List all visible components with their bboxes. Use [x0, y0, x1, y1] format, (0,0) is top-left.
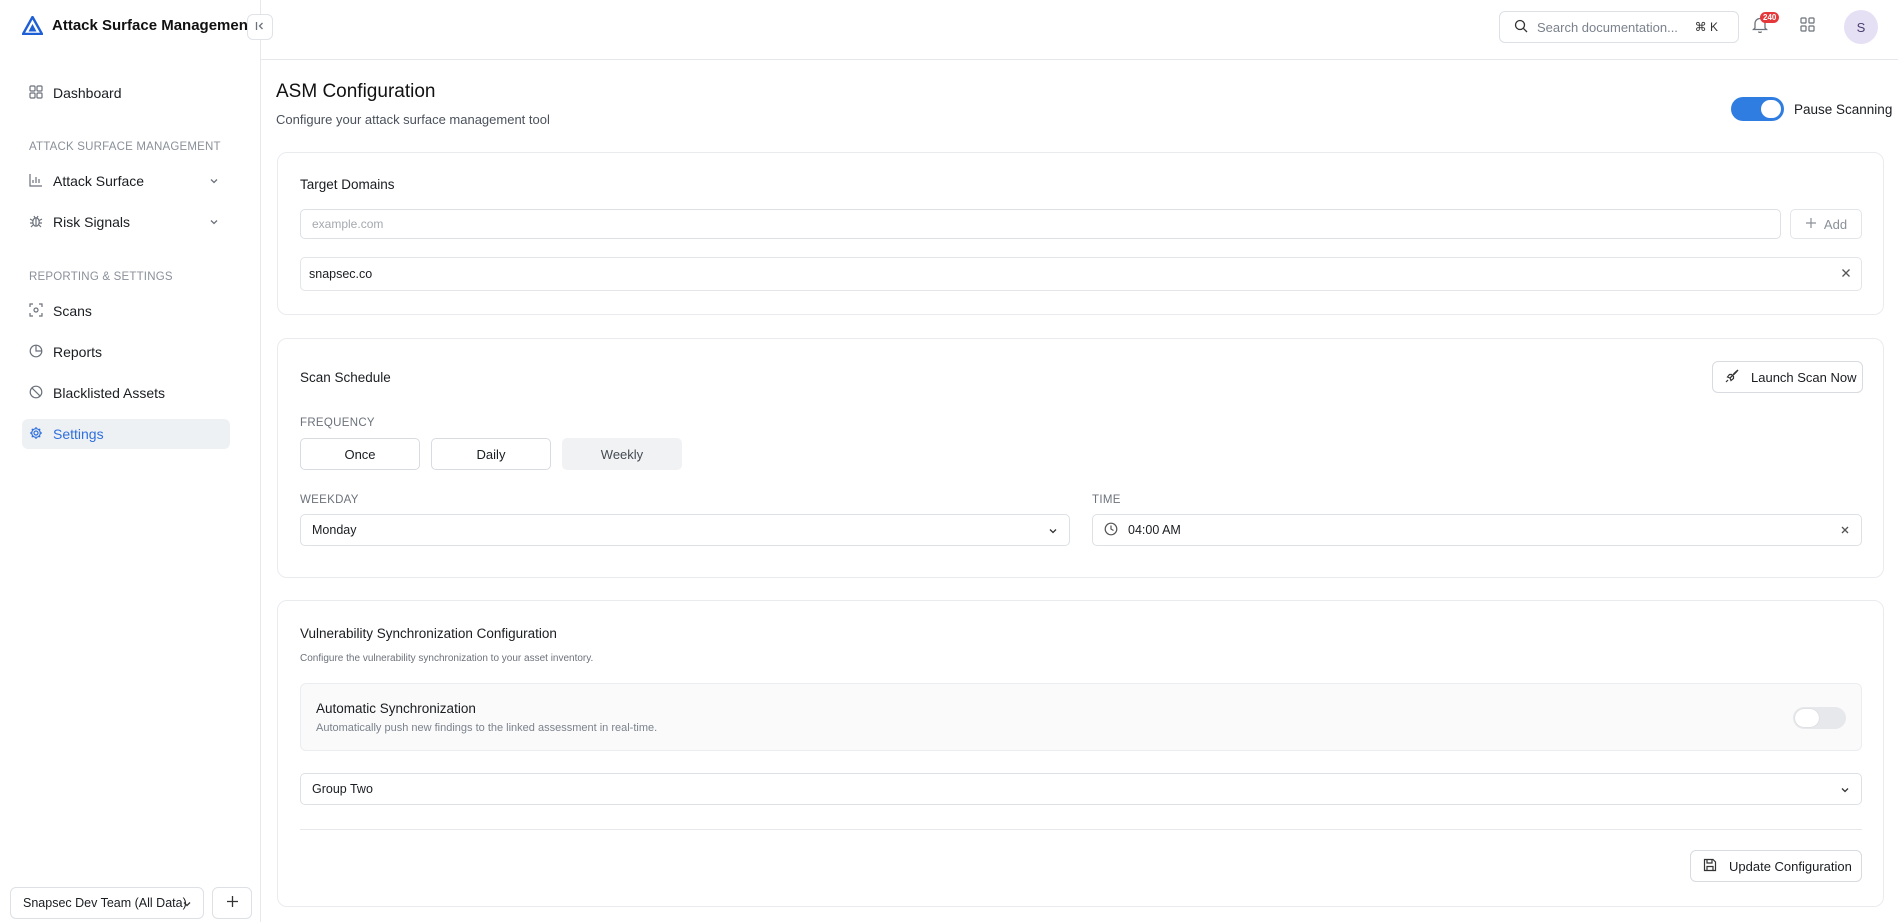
weekday-select[interactable]: Monday	[300, 514, 1070, 546]
update-label: Update Configuration	[1729, 858, 1852, 874]
frequency-daily-button[interactable]: Daily	[431, 438, 551, 470]
pause-scanning-toggle[interactable]	[1731, 97, 1784, 121]
frequency-label: FREQUENCY	[300, 417, 375, 429]
sidebar-item-risk-signals[interactable]: Risk Signals	[22, 207, 230, 237]
sidebar-item-dashboard[interactable]: Dashboard	[22, 78, 230, 108]
section-label-reporting: REPORTING & SETTINGS	[29, 271, 173, 283]
chevron-down-icon	[1839, 784, 1851, 799]
domain-name: snapsec.co	[309, 267, 373, 281]
gear-icon	[29, 426, 43, 443]
target-domains-card: Target Domains example.com Add snapsec.c…	[277, 152, 1884, 315]
sidebar-item-label: Blacklisted Assets	[53, 385, 166, 401]
update-configuration-button[interactable]: Update Configuration	[1690, 850, 1862, 882]
launch-label: Launch Scan Now	[1751, 369, 1857, 385]
group-value: Group Two	[312, 782, 373, 796]
plus-icon	[1805, 217, 1817, 232]
weekday-value: Monday	[312, 523, 357, 537]
notification-badge: 240	[1760, 12, 1780, 23]
search-icon	[1514, 19, 1528, 36]
ban-icon	[29, 385, 43, 402]
rocket-icon	[1725, 369, 1739, 386]
sidebar-item-label: Dashboard	[53, 85, 122, 101]
domain-input[interactable]: example.com	[300, 209, 1781, 239]
dashboard-icon	[29, 84, 43, 102]
add-team-button[interactable]	[212, 887, 252, 919]
section-label-asm: ATTACK SURFACE MANAGEMENT	[29, 141, 221, 153]
sidebar-item-reports[interactable]: Reports	[22, 337, 230, 367]
brand[interactable]: Attack Surface Management	[22, 16, 253, 35]
logo-icon	[22, 16, 43, 35]
time-label: TIME	[1092, 494, 1121, 506]
sidebar-item-attack-surface[interactable]: Attack Surface	[22, 166, 230, 196]
bug-icon	[29, 214, 43, 231]
weekday-label: WEEKDAY	[300, 494, 359, 506]
topbar: Search documentation... ⌘ K 240 S	[261, 0, 1898, 60]
sidebar-item-label: Attack Surface	[53, 173, 145, 189]
domain-item: snapsec.co	[300, 257, 1862, 291]
clear-time-icon[interactable]	[1839, 524, 1851, 539]
add-label: Add	[1823, 216, 1848, 232]
chart-icon	[29, 173, 43, 190]
team-name: Snapsec Dev Team (All Data)	[23, 896, 187, 910]
card-subtitle: Configure the vulnerability synchronizat…	[300, 653, 594, 664]
app-title: Attack Surface Management	[52, 17, 253, 34]
remove-domain-icon[interactable]	[1839, 266, 1853, 283]
chevron-down-icon	[208, 174, 220, 190]
auto-sync-toggle[interactable]	[1793, 707, 1846, 729]
plus-icon	[226, 895, 239, 911]
card-title: Scan Schedule	[300, 370, 391, 385]
auto-sync-subtitle: Automatically push new findings to the l…	[316, 722, 658, 734]
time-value: 04:00 AM	[1128, 523, 1181, 537]
assessment-group-select[interactable]: Group Two	[300, 773, 1862, 805]
launch-scan-button[interactable]: Launch Scan Now	[1712, 361, 1863, 393]
page-subtitle: Configure your attack surface management…	[276, 112, 550, 127]
clock-icon	[1104, 522, 1118, 539]
avatar[interactable]: S	[1844, 10, 1878, 44]
chevron-down-icon	[1047, 525, 1059, 540]
sidebar-item-label: Settings	[53, 426, 104, 442]
team-select[interactable]: Snapsec Dev Team (All Data)	[10, 887, 204, 919]
sidebar: Attack Surface Management Dashboard ATTA…	[0, 0, 261, 922]
pause-scanning-label: Pause Scanning	[1794, 101, 1893, 117]
chevron-down-icon	[181, 898, 193, 913]
time-input[interactable]: 04:00 AM	[1092, 514, 1862, 546]
collapse-icon	[254, 20, 266, 35]
sidebar-item-label: Scans	[53, 303, 92, 319]
card-title: Target Domains	[300, 177, 395, 192]
chevron-down-icon	[208, 215, 220, 231]
divider	[300, 829, 1862, 830]
auto-sync-panel: Automatic Synchronization Automatically …	[300, 683, 1862, 751]
sidebar-item-blacklisted-assets[interactable]: Blacklisted Assets	[22, 378, 230, 408]
save-icon	[1703, 858, 1717, 875]
collapse-sidebar-button[interactable]	[247, 14, 273, 40]
auto-sync-title: Automatic Synchronization	[316, 701, 476, 716]
vuln-sync-card: Vulnerability Synchronization Configurat…	[277, 600, 1884, 907]
card-title: Vulnerability Synchronization Configurat…	[300, 626, 557, 641]
apps-grid-icon[interactable]	[1800, 17, 1815, 35]
frequency-weekly-button[interactable]: Weekly	[562, 438, 682, 470]
scan-schedule-card: Scan Schedule Launch Scan Now FREQUENCY …	[277, 338, 1884, 578]
add-domain-button[interactable]: Add	[1790, 209, 1862, 239]
sidebar-item-scans[interactable]: Scans	[22, 296, 230, 326]
shortcut-hint: ⌘ K	[1694, 20, 1718, 34]
frequency-once-button[interactable]: Once	[300, 438, 420, 470]
sidebar-item-label: Reports	[53, 344, 103, 360]
scan-icon	[29, 302, 43, 320]
search-input[interactable]: Search documentation... ⌘ K	[1499, 11, 1739, 43]
pie-chart-icon	[29, 344, 43, 361]
pause-scanning-control: Pause Scanning	[1731, 97, 1892, 121]
sidebar-item-settings[interactable]: Settings	[22, 419, 230, 449]
page-title: ASM Configuration	[276, 81, 436, 102]
sidebar-item-label: Risk Signals	[53, 214, 131, 230]
search-placeholder: Search documentation...	[1537, 19, 1678, 35]
